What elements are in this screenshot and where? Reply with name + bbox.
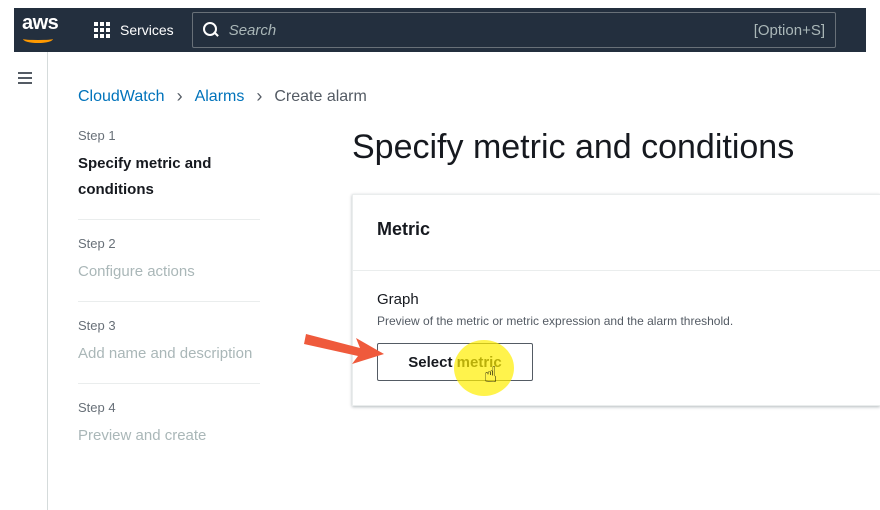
step-title: Specify metric and conditions (78, 155, 212, 198)
search-input[interactable] (228, 21, 754, 39)
grid-icon (94, 22, 110, 38)
step-4[interactable]: Step 4 Preview and create (78, 400, 260, 465)
step-number: Step 4 (78, 400, 116, 415)
breadcrumb-cloudwatch[interactable]: CloudWatch (78, 88, 165, 106)
search-shortcut-hint: [Option+S] (753, 21, 825, 39)
step-title: Configure actions (78, 263, 195, 280)
aws-smile-icon (23, 35, 53, 43)
arrow-annotation (304, 334, 384, 364)
menu-icon[interactable] (18, 72, 32, 87)
search-bar[interactable]: [Option+S] (191, 12, 836, 48)
chevron-right-icon: › (176, 86, 183, 106)
step-title: Preview and create (78, 427, 207, 444)
screenshot-frame: aws Services [Option+S] CloudWatch › Ala… (0, 0, 880, 510)
services-menu-button[interactable]: Services (66, 8, 192, 52)
step-2[interactable]: Step 2 Configure actions (78, 236, 260, 302)
card-header: Metric (353, 195, 880, 271)
pointer-hand-icon: ☝ (484, 362, 498, 387)
breadcrumb: CloudWatch › Alarms › Create alarm (78, 86, 367, 107)
aws-logo[interactable]: aws (14, 8, 66, 52)
breadcrumb-current: Create alarm (274, 87, 367, 105)
chevron-right-icon: › (256, 86, 263, 106)
search-icon (202, 22, 219, 38)
services-label: Services (120, 22, 174, 38)
graph-label: Graph (377, 291, 419, 308)
step-1[interactable]: Step 1 Specify metric and conditions (78, 128, 260, 220)
side-navigation-rail (14, 52, 48, 510)
wizard-steps: Step 1 Specify metric and conditions Ste… (78, 128, 260, 481)
step-number: Step 1 (78, 128, 116, 143)
step-number: Step 2 (78, 236, 116, 251)
metric-card: Metric Graph Preview of the metric or me… (352, 194, 880, 406)
breadcrumb-alarms[interactable]: Alarms (195, 88, 245, 106)
step-3[interactable]: Step 3 Add name and description (78, 318, 260, 384)
card-body: Graph Preview of the metric or metric ex… (353, 271, 880, 348)
page-title: Specify metric and conditions (352, 128, 795, 166)
step-number: Step 3 (78, 318, 116, 333)
graph-description: Preview of the metric or metric expressi… (377, 314, 734, 328)
card-title: Metric (377, 219, 431, 239)
top-navigation-bar: aws Services [Option+S] (14, 8, 866, 52)
step-title: Add name and description (78, 345, 253, 362)
aws-logo-text: aws (22, 12, 59, 34)
